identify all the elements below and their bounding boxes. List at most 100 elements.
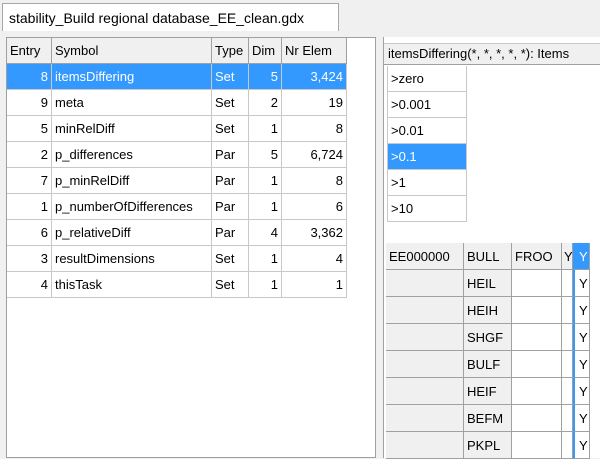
- tab-gdx-file[interactable]: stability_Build regional database_EE_cle…: [2, 3, 339, 31]
- table-row[interactable]: 8 itemsDiffering Set 5 3,424: [7, 64, 347, 90]
- grid-cell[interactable]: [562, 351, 573, 378]
- table-row[interactable]: 1 p_numberOfDifferences Par 1 6: [7, 194, 347, 220]
- cell-entry: 6: [7, 220, 52, 246]
- cell-entry: 5: [7, 116, 52, 142]
- grid-cell[interactable]: [562, 405, 573, 432]
- grid-cell[interactable]: [512, 297, 562, 324]
- cell-symbol: p_relativeDiff: [52, 220, 212, 246]
- cell-symbol: itemsDiffering: [52, 64, 212, 90]
- column-header-dim[interactable]: Dim: [249, 38, 282, 64]
- cell-symbol: p_minRelDiff: [52, 168, 212, 194]
- grid-cell[interactable]: [512, 324, 562, 351]
- grid-cell[interactable]: [512, 270, 562, 297]
- splitter[interactable]: [376, 37, 383, 458]
- grid-cell[interactable]: HEIH: [464, 297, 512, 324]
- column-header-nr-elem[interactable]: Nr Elem: [282, 38, 347, 64]
- grid-cell[interactable]: EE000000: [386, 243, 464, 270]
- filter-option[interactable]: >1: [387, 170, 467, 196]
- filter-option[interactable]: >10: [387, 196, 467, 222]
- grid-header-row: EE000000 BULL FROO Y Y: [386, 243, 590, 270]
- grid-cell[interactable]: Y: [573, 297, 590, 324]
- grid-row: BEFM Y: [386, 405, 590, 432]
- cell-entry: 2: [7, 142, 52, 168]
- grid-cell[interactable]: Y: [573, 405, 590, 432]
- cell-nr-elem: 1: [282, 272, 347, 298]
- grid-cell[interactable]: [562, 378, 573, 405]
- cell-type: Set: [212, 64, 249, 90]
- grid-cell[interactable]: [562, 297, 573, 324]
- filter-option[interactable]: >zero: [387, 66, 467, 92]
- detail-title: itemsDiffering(*, *, *, *, *): Items: [384, 43, 600, 65]
- grid-cell[interactable]: BEFM: [464, 405, 512, 432]
- grid-cell[interactable]: [386, 297, 464, 324]
- grid-cell[interactable]: [512, 351, 562, 378]
- grid-cell[interactable]: PKPL: [464, 432, 512, 459]
- cell-symbol: meta: [52, 90, 212, 116]
- column-header-entry[interactable]: Entry: [7, 38, 52, 64]
- grid-cell[interactable]: [386, 270, 464, 297]
- table-row[interactable]: 7 p_minRelDiff Par 1 8: [7, 168, 347, 194]
- grid-cell[interactable]: [562, 432, 573, 459]
- grid-cell[interactable]: [386, 378, 464, 405]
- grid-cell[interactable]: [512, 405, 562, 432]
- cell-entry: 3: [7, 246, 52, 272]
- filter-option[interactable]: >0.001: [387, 92, 467, 118]
- cell-nr-elem: 19: [282, 90, 347, 116]
- tab-bar: stability_Build regional database_EE_cle…: [0, 0, 600, 36]
- cell-type: Par: [212, 194, 249, 220]
- grid-row: HEIF Y: [386, 378, 590, 405]
- cell-symbol: p_numberOfDifferences: [52, 194, 212, 220]
- grid-cell[interactable]: HEIL: [464, 270, 512, 297]
- grid-row: HEIL Y: [386, 270, 590, 297]
- cell-type: Set: [212, 246, 249, 272]
- table-row[interactable]: 6 p_relativeDiff Par 4 3,362: [7, 220, 347, 246]
- grid-cell[interactable]: Y: [573, 378, 590, 405]
- cell-symbol: resultDimensions: [52, 246, 212, 272]
- cell-dim: 1: [249, 272, 282, 298]
- table-row[interactable]: 4 thisTask Set 1 1: [7, 272, 347, 298]
- cell-dim: 5: [249, 64, 282, 90]
- grid-cell[interactable]: HEIF: [464, 378, 512, 405]
- cell-type: Par: [212, 142, 249, 168]
- grid-cell[interactable]: [512, 378, 562, 405]
- grid-cell[interactable]: [386, 432, 464, 459]
- cell-entry: 1: [7, 194, 52, 220]
- grid-cell[interactable]: [562, 324, 573, 351]
- table-row[interactable]: 3 resultDimensions Set 1 4: [7, 246, 347, 272]
- filter-option[interactable]: >0.1: [387, 144, 467, 170]
- cell-nr-elem: 4: [282, 246, 347, 272]
- grid-cell[interactable]: BULF: [464, 351, 512, 378]
- symbol-table: Entry Symbol Type Dim Nr Elem 8 itemsDiff…: [6, 37, 376, 458]
- cell-nr-elem: 6: [282, 194, 347, 220]
- grid-cell[interactable]: Y: [573, 270, 590, 297]
- cell-symbol: p_differences: [52, 142, 212, 168]
- grid-cell[interactable]: Y: [573, 324, 590, 351]
- grid-cell[interactable]: Y: [573, 432, 590, 459]
- grid-cell[interactable]: Y: [573, 243, 590, 270]
- grid-row: HEIH Y: [386, 297, 590, 324]
- column-header-symbol[interactable]: Symbol: [52, 38, 212, 64]
- grid-cell[interactable]: [386, 351, 464, 378]
- cell-nr-elem: 8: [282, 168, 347, 194]
- column-header-type[interactable]: Type: [212, 38, 249, 64]
- cell-symbol: minRelDiff: [52, 116, 212, 142]
- grid-row: SHGF Y: [386, 324, 590, 351]
- table-row[interactable]: 2 p_differences Par 5 6,724: [7, 142, 347, 168]
- cell-dim: 1: [249, 194, 282, 220]
- table-row[interactable]: 5 minRelDiff Set 1 8: [7, 116, 347, 142]
- cell-dim: 4: [249, 220, 282, 246]
- grid-cell[interactable]: [512, 432, 562, 459]
- table-row[interactable]: 9 meta Set 2 19: [7, 90, 347, 116]
- grid-cell[interactable]: [386, 405, 464, 432]
- grid-cell[interactable]: Y: [562, 243, 573, 270]
- filter-option[interactable]: >0.01: [387, 118, 467, 144]
- grid-cell[interactable]: Y: [573, 351, 590, 378]
- grid-cell[interactable]: BULL: [464, 243, 512, 270]
- cell-nr-elem: 3,424: [282, 64, 347, 90]
- grid-cell[interactable]: SHGF: [464, 324, 512, 351]
- grid-cell[interactable]: [386, 324, 464, 351]
- grid-cell[interactable]: [562, 270, 573, 297]
- cell-dim: 1: [249, 246, 282, 272]
- cell-entry: 8: [7, 64, 52, 90]
- grid-cell[interactable]: FROO: [512, 243, 562, 270]
